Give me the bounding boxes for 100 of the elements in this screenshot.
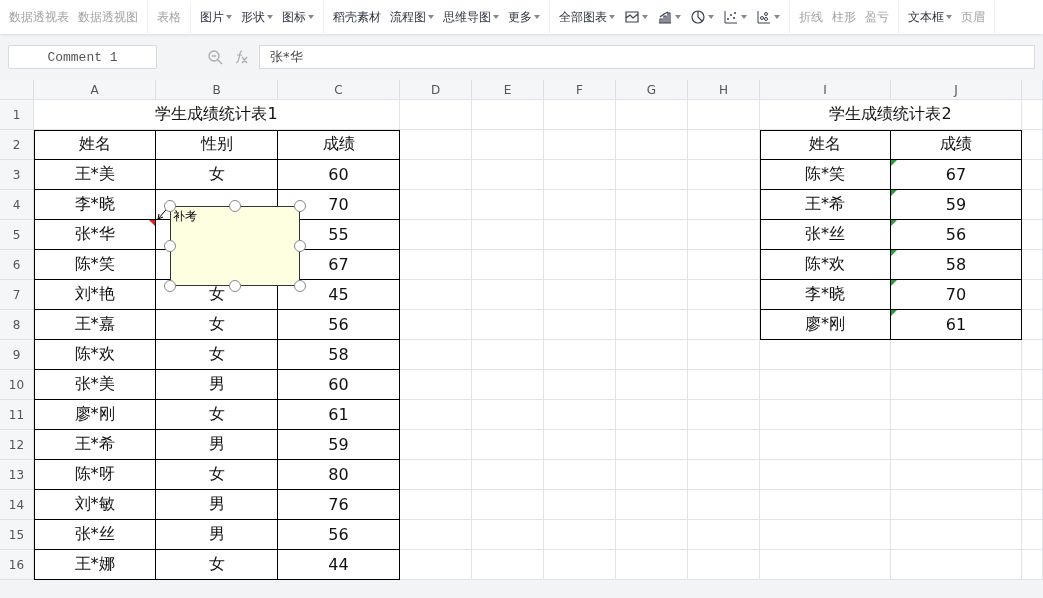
empty-cell[interactable]: [400, 220, 472, 250]
empty-cell[interactable]: [472, 550, 544, 580]
empty-cell[interactable]: [616, 190, 688, 220]
empty-cell[interactable]: [616, 370, 688, 400]
empty-cell[interactable]: [688, 220, 760, 250]
empty-cell[interactable]: [472, 220, 544, 250]
empty-cell[interactable]: [616, 310, 688, 340]
row-header[interactable]: 5: [0, 220, 34, 250]
resize-handle[interactable]: [294, 200, 306, 212]
empty-cell[interactable]: [1022, 190, 1043, 220]
empty-cell[interactable]: [616, 430, 688, 460]
empty-cell[interactable]: [1022, 220, 1043, 250]
empty-cell[interactable]: [472, 490, 544, 520]
empty-cell[interactable]: [544, 190, 616, 220]
column-header[interactable]: J: [891, 80, 1022, 100]
toolbar-button[interactable]: 思维导图: [440, 6, 502, 28]
empty-cell[interactable]: [891, 430, 1022, 460]
column-header[interactable]: G: [616, 80, 688, 100]
row-header[interactable]: 2: [0, 130, 34, 160]
empty-cell[interactable]: [688, 490, 760, 520]
toolbar-button[interactable]: 更多: [505, 6, 543, 28]
empty-cell[interactable]: [544, 370, 616, 400]
empty-cell[interactable]: [400, 340, 472, 370]
empty-cell[interactable]: [1022, 460, 1043, 490]
resize-handle[interactable]: [164, 240, 176, 252]
column-header[interactable]: H: [688, 80, 760, 100]
empty-cell[interactable]: [472, 280, 544, 310]
empty-cell[interactable]: [688, 550, 760, 580]
empty-cell[interactable]: [544, 520, 616, 550]
row-header[interactable]: 11: [0, 400, 34, 430]
empty-cell[interactable]: [1022, 310, 1043, 340]
row-header[interactable]: 12: [0, 430, 34, 460]
empty-cell[interactable]: [688, 160, 760, 190]
empty-cell[interactable]: [760, 550, 891, 580]
empty-cell[interactable]: [472, 340, 544, 370]
empty-cell[interactable]: [891, 460, 1022, 490]
empty-cell[interactable]: [544, 160, 616, 190]
empty-cell[interactable]: [760, 430, 891, 460]
empty-cell[interactable]: [544, 550, 616, 580]
empty-cell[interactable]: [400, 100, 472, 130]
empty-cell[interactable]: [400, 310, 472, 340]
empty-cell[interactable]: [760, 490, 891, 520]
empty-cell[interactable]: [1022, 370, 1043, 400]
empty-cell[interactable]: [616, 250, 688, 280]
empty-cell[interactable]: [688, 100, 760, 130]
empty-cell[interactable]: [688, 430, 760, 460]
empty-cell[interactable]: [544, 100, 616, 130]
empty-cell[interactable]: [1022, 400, 1043, 430]
empty-cell[interactable]: [400, 520, 472, 550]
empty-cell[interactable]: [616, 340, 688, 370]
empty-cell[interactable]: [400, 550, 472, 580]
empty-cell[interactable]: [891, 370, 1022, 400]
empty-cell[interactable]: [891, 550, 1022, 580]
toolbar-button[interactable]: 形状: [238, 6, 276, 28]
empty-cell[interactable]: [472, 460, 544, 490]
empty-cell[interactable]: [472, 100, 544, 130]
empty-cell[interactable]: [472, 520, 544, 550]
empty-cell[interactable]: [688, 400, 760, 430]
toolbar-button[interactable]: 图标: [279, 6, 317, 28]
row-header[interactable]: 13: [0, 460, 34, 490]
empty-cell[interactable]: [544, 460, 616, 490]
empty-cell[interactable]: [1022, 490, 1043, 520]
empty-cell[interactable]: [616, 160, 688, 190]
empty-cell[interactable]: [688, 310, 760, 340]
select-all-corner[interactable]: [0, 80, 34, 100]
name-box[interactable]: Comment 1: [8, 45, 157, 69]
empty-cell[interactable]: [1022, 280, 1043, 310]
empty-cell[interactable]: [544, 310, 616, 340]
row-header[interactable]: 9: [0, 340, 34, 370]
toolbar-button[interactable]: 图片: [197, 6, 235, 28]
empty-cell[interactable]: [688, 340, 760, 370]
empty-cell[interactable]: [688, 250, 760, 280]
empty-cell[interactable]: [544, 430, 616, 460]
empty-cell[interactable]: [400, 280, 472, 310]
empty-cell[interactable]: [1022, 340, 1043, 370]
row-header[interactable]: 15: [0, 520, 34, 550]
row-header[interactable]: 3: [0, 160, 34, 190]
column-header[interactable]: E: [472, 80, 544, 100]
resize-handle[interactable]: [229, 200, 241, 212]
column-header[interactable]: D: [400, 80, 472, 100]
empty-cell[interactable]: [688, 370, 760, 400]
empty-cell[interactable]: [400, 460, 472, 490]
empty-cell[interactable]: [400, 370, 472, 400]
row-header[interactable]: 4: [0, 190, 34, 220]
row-header[interactable]: 14: [0, 490, 34, 520]
resize-handle[interactable]: [294, 280, 306, 292]
empty-cell[interactable]: [760, 460, 891, 490]
empty-cell[interactable]: [688, 130, 760, 160]
empty-cell[interactable]: [400, 250, 472, 280]
empty-cell[interactable]: [616, 400, 688, 430]
empty-cell[interactable]: [616, 100, 688, 130]
row-header[interactable]: 8: [0, 310, 34, 340]
toolbar-button[interactable]: 文本框: [905, 6, 955, 28]
empty-cell[interactable]: [760, 370, 891, 400]
toolbar-button[interactable]: 流程图: [387, 6, 437, 28]
formula-field[interactable]: 张*华: [259, 45, 1035, 69]
empty-cell[interactable]: [544, 340, 616, 370]
empty-cell[interactable]: [400, 400, 472, 430]
resize-handle[interactable]: [164, 280, 176, 292]
empty-cell[interactable]: [544, 490, 616, 520]
